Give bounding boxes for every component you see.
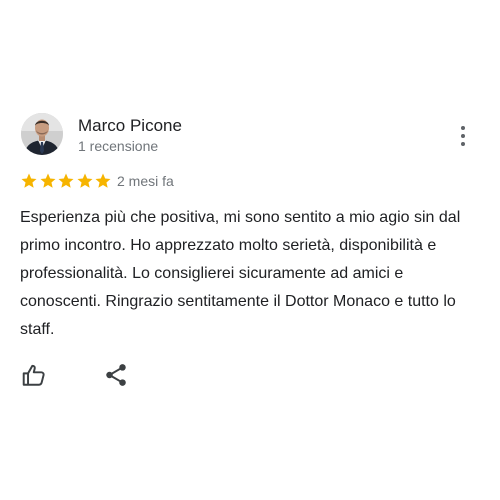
star-icon [40,173,55,188]
more-vert-icon-dot [461,134,465,138]
star-rating [20,171,113,191]
review-text: Esperienza più che positiva, mi sono sen… [20,209,461,338]
review-count: 1 recensione [78,138,159,154]
avatar[interactable] [21,113,63,155]
share-button[interactable] [100,360,132,390]
reviewer-name[interactable]: Marco Picone [78,116,182,136]
more-options-button[interactable] [452,122,474,150]
star-icon [58,173,74,188]
star-icon [95,173,111,188]
star-icon [21,173,37,188]
like-button[interactable] [18,360,50,390]
thumb-up-icon [22,364,45,386]
more-vert-icon [461,126,465,130]
review-card: Marco Picone 1 recensione 2 mesi fa Espe… [0,0,500,500]
star-icon [77,173,92,188]
share-icon [106,364,126,386]
review-time: 2 mesi fa [117,173,174,189]
avatar-photo [21,113,63,155]
more-vert-icon-dot [461,142,465,146]
